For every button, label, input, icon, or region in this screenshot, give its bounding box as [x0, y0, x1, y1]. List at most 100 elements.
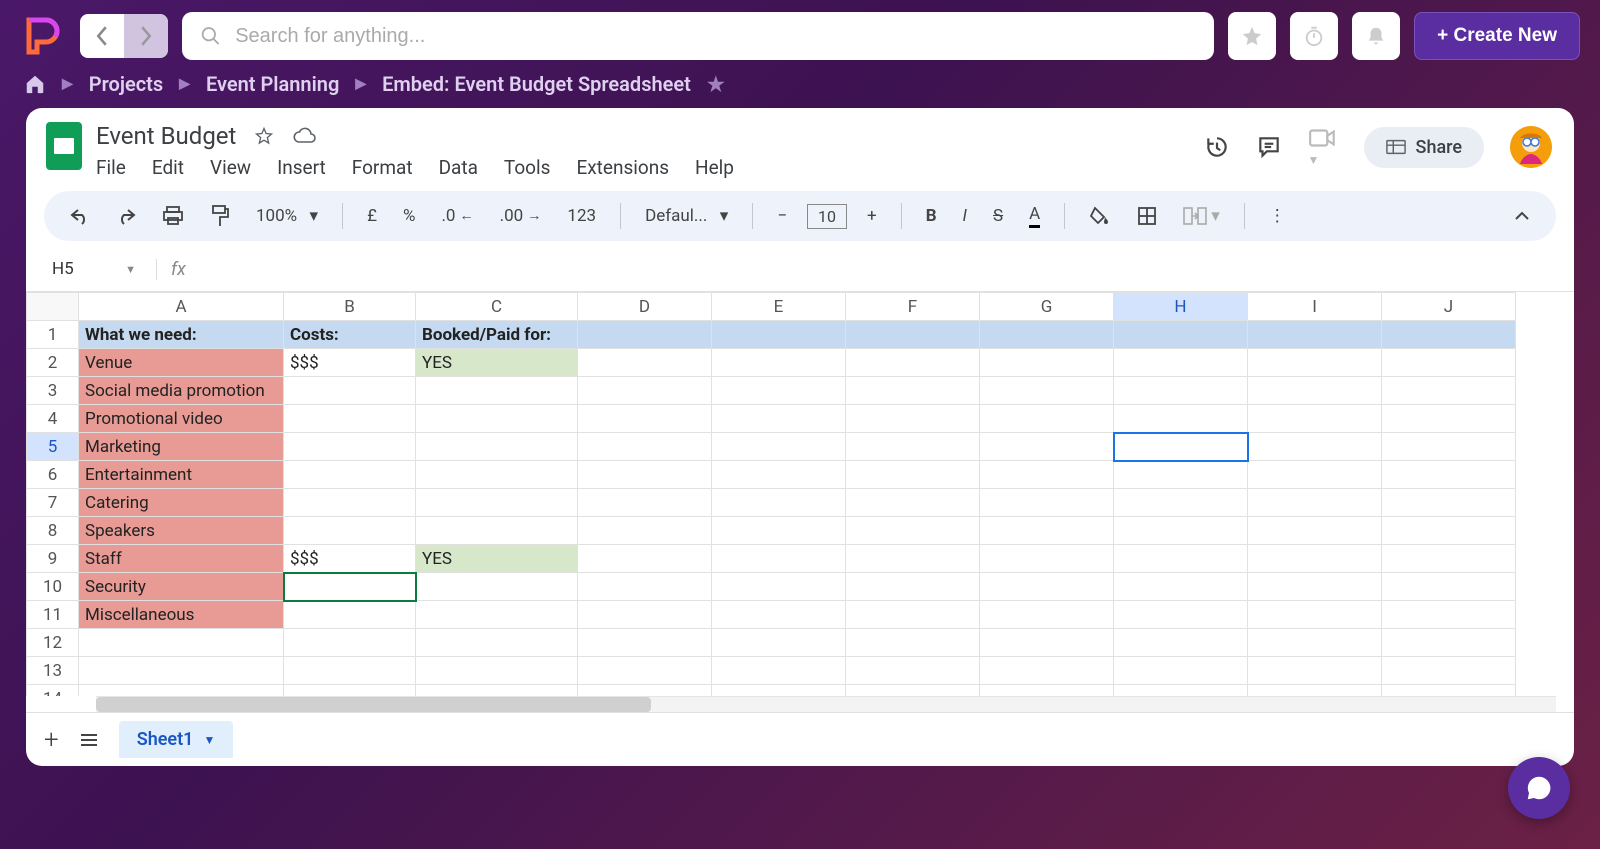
cell[interactable] — [1382, 657, 1516, 685]
menu-insert[interactable]: Insert — [277, 156, 326, 179]
cell[interactable] — [1382, 517, 1516, 545]
cell[interactable] — [416, 433, 578, 461]
history-icon[interactable] — [1204, 134, 1230, 160]
menu-file[interactable]: File — [96, 156, 126, 179]
cell[interactable] — [712, 377, 846, 405]
cell[interactable]: YES — [416, 545, 578, 573]
search-box[interactable] — [182, 12, 1214, 60]
cell[interactable] — [1382, 377, 1516, 405]
cell[interactable] — [1248, 405, 1382, 433]
cell[interactable] — [980, 377, 1114, 405]
cell[interactable]: $$$ — [284, 349, 416, 377]
cell[interactable] — [1248, 545, 1382, 573]
cell[interactable] — [578, 349, 712, 377]
strikethrough-button[interactable]: S — [987, 202, 1009, 230]
cell[interactable] — [1248, 377, 1382, 405]
cell[interactable] — [1382, 629, 1516, 657]
menu-extensions[interactable]: Extensions — [576, 156, 669, 179]
timer-button[interactable] — [1290, 12, 1338, 60]
more-formats-button[interactable]: 123 — [561, 202, 602, 230]
merge-button[interactable]: ▾ — [1177, 202, 1226, 230]
paint-format-button[interactable] — [204, 201, 236, 231]
increase-fontsize-button[interactable]: + — [861, 202, 883, 230]
app-logo[interactable] — [20, 13, 66, 59]
cell[interactable] — [1248, 629, 1382, 657]
cell[interactable] — [1382, 489, 1516, 517]
cell[interactable] — [1114, 461, 1248, 489]
cell[interactable] — [846, 629, 980, 657]
cell[interactable] — [578, 405, 712, 433]
horizontal-scrollbar[interactable] — [96, 696, 1556, 712]
cell[interactable] — [284, 601, 416, 629]
cell[interactable] — [846, 461, 980, 489]
cell[interactable] — [578, 377, 712, 405]
cell[interactable] — [712, 629, 846, 657]
cell[interactable] — [846, 601, 980, 629]
row-header[interactable]: 1 — [27, 321, 79, 349]
cell[interactable]: Speakers — [79, 517, 284, 545]
cell[interactable] — [712, 321, 846, 349]
italic-button[interactable]: I — [957, 202, 973, 230]
cell[interactable] — [1248, 349, 1382, 377]
cell[interactable]: $$$ — [284, 545, 416, 573]
cell[interactable]: Catering — [79, 489, 284, 517]
cell[interactable] — [712, 601, 846, 629]
row-header[interactable]: 11 — [27, 601, 79, 629]
menu-format[interactable]: Format — [352, 156, 413, 179]
cell[interactable] — [846, 685, 980, 697]
cell[interactable] — [712, 545, 846, 573]
cell[interactable]: Promotional video — [79, 405, 284, 433]
cell[interactable] — [980, 629, 1114, 657]
cell[interactable] — [712, 489, 846, 517]
cell[interactable] — [846, 433, 980, 461]
cell[interactable] — [1248, 601, 1382, 629]
cell[interactable] — [1382, 601, 1516, 629]
cell[interactable]: Booked/Paid for: — [416, 321, 578, 349]
cell[interactable] — [846, 405, 980, 433]
row-header[interactable]: 7 — [27, 489, 79, 517]
cell[interactable]: Security — [79, 573, 284, 601]
cell[interactable] — [1248, 489, 1382, 517]
decrease-fontsize-button[interactable]: − — [771, 202, 793, 230]
cell[interactable] — [846, 517, 980, 545]
row-header[interactable]: 14 — [27, 685, 79, 697]
menu-data[interactable]: Data — [439, 156, 478, 179]
cell[interactable] — [416, 405, 578, 433]
more-toolbar-button[interactable]: ⋮ — [1263, 202, 1292, 230]
cell[interactable] — [846, 321, 980, 349]
cell[interactable] — [1382, 573, 1516, 601]
all-sheets-button[interactable] — [79, 732, 99, 748]
account-avatar[interactable] — [1510, 126, 1552, 168]
breadcrumb-item[interactable]: Projects — [89, 72, 163, 96]
percent-button[interactable]: % — [397, 202, 421, 230]
select-all-corner[interactable] — [27, 293, 79, 321]
cell[interactable] — [578, 489, 712, 517]
cell[interactable] — [284, 629, 416, 657]
font-select[interactable]: Defaul... ▾ — [639, 202, 734, 230]
text-color-button[interactable]: A — [1023, 200, 1046, 232]
cell[interactable] — [1114, 601, 1248, 629]
cell[interactable] — [1114, 377, 1248, 405]
cell[interactable] — [79, 685, 284, 697]
cell[interactable] — [1248, 657, 1382, 685]
favorite-page-button[interactable]: ★ — [707, 72, 725, 96]
cell[interactable] — [980, 349, 1114, 377]
cell[interactable] — [846, 657, 980, 685]
cell[interactable] — [712, 657, 846, 685]
cell[interactable] — [1248, 685, 1382, 697]
cell[interactable] — [416, 461, 578, 489]
cell[interactable] — [1248, 573, 1382, 601]
cell[interactable] — [1382, 433, 1516, 461]
cell[interactable] — [1248, 433, 1382, 461]
cell[interactable] — [578, 629, 712, 657]
borders-button[interactable] — [1131, 202, 1163, 230]
cell[interactable] — [578, 461, 712, 489]
cell[interactable] — [1382, 321, 1516, 349]
cell[interactable] — [1248, 517, 1382, 545]
decrease-decimal-button[interactable]: .0← — [435, 202, 479, 230]
cell[interactable] — [1114, 685, 1248, 697]
cell[interactable] — [416, 601, 578, 629]
cell[interactable] — [416, 517, 578, 545]
meet-icon[interactable]: ▼ — [1308, 127, 1338, 168]
column-header[interactable]: E — [712, 293, 846, 321]
